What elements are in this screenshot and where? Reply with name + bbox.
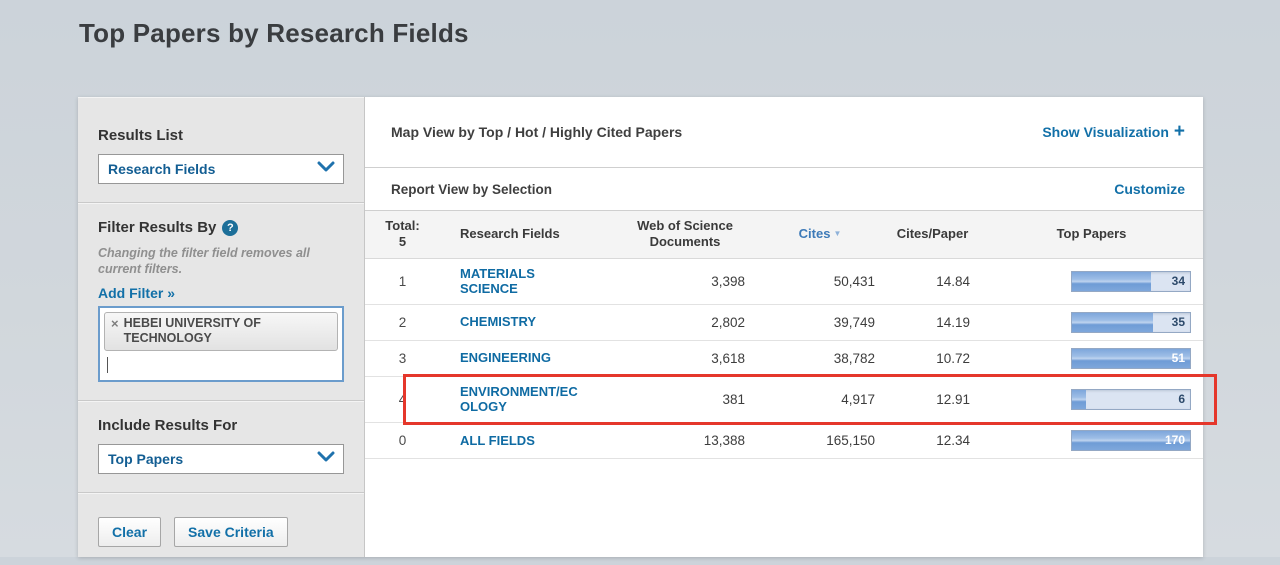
rank-cell: 3 bbox=[365, 344, 440, 373]
top-papers-bar: 6 bbox=[1071, 389, 1191, 410]
top-papers-cell: 51 bbox=[980, 341, 1203, 376]
docs-cell: 381 bbox=[615, 385, 755, 414]
bar-fill bbox=[1072, 390, 1086, 409]
report-view-title: Report View by Selection bbox=[391, 182, 552, 197]
cites-per-paper-cell: 12.34 bbox=[885, 426, 980, 455]
include-results-dropdown[interactable]: Top Papers bbox=[98, 444, 344, 474]
sort-desc-icon: ▼ bbox=[833, 229, 841, 238]
top-papers-bar: 34 bbox=[1071, 271, 1191, 292]
plus-icon: + bbox=[1174, 125, 1185, 139]
include-results-section: Include Results For Top Papers bbox=[78, 401, 364, 493]
field-link[interactable]: CHEMISTRY bbox=[460, 314, 536, 330]
bar-value: 35 bbox=[1172, 313, 1185, 332]
results-list-label: Results List bbox=[98, 127, 344, 144]
top-papers-cell: 35 bbox=[980, 305, 1203, 340]
top-papers-bar: 170 bbox=[1071, 430, 1191, 451]
col-cites-per-paper: Cites/Paper bbox=[885, 226, 980, 242]
bar-value: 51 bbox=[1172, 349, 1185, 368]
rank-cell: 4 bbox=[365, 385, 440, 414]
docs-cell: 2,802 bbox=[615, 308, 755, 337]
include-results-selected: Top Papers bbox=[108, 451, 183, 467]
docs-cell: 13,388 bbox=[615, 426, 755, 455]
chevron-down-icon bbox=[317, 160, 335, 178]
sidebar: Results List Research Fields Filter Resu… bbox=[78, 97, 365, 557]
docs-cell: 3,398 bbox=[615, 267, 755, 296]
include-results-label: Include Results For bbox=[98, 417, 344, 434]
show-visualization-label: Show Visualization bbox=[1042, 124, 1169, 140]
page-title: Top Papers by Research Fields bbox=[79, 18, 469, 49]
clear-button[interactable]: Clear bbox=[98, 517, 161, 547]
rank-cell: 1 bbox=[365, 267, 440, 296]
bar-fill bbox=[1072, 313, 1153, 332]
total-value: 5 bbox=[365, 234, 440, 250]
cites-cell: 50,431 bbox=[755, 267, 885, 296]
criteria-buttons-section: Clear Save Criteria bbox=[78, 493, 364, 565]
col-top-papers: Top Papers bbox=[980, 226, 1203, 242]
bar-fill bbox=[1072, 272, 1151, 291]
field-link[interactable]: MATERIALS SCIENCE bbox=[460, 266, 582, 297]
docs-cell: 3,618 bbox=[615, 344, 755, 373]
map-view-title: Map View by Top / Hot / Highly Cited Pap… bbox=[391, 124, 682, 140]
rank-cell: 2 bbox=[365, 308, 440, 337]
report-view-bar: Report View by Selection Customize bbox=[365, 168, 1203, 211]
table-header: Total: 5 Research Fields Web of Science … bbox=[365, 211, 1203, 259]
show-visualization-link[interactable]: Show Visualization + bbox=[1042, 124, 1185, 140]
map-view-bar: Map View by Top / Hot / Highly Cited Pap… bbox=[365, 97, 1203, 168]
filter-label: Filter Results By ? bbox=[98, 219, 344, 236]
filter-note: Changing the filter field removes all cu… bbox=[98, 246, 344, 277]
content-panel: Results List Research Fields Filter Resu… bbox=[78, 97, 1203, 557]
results-list-section: Results List Research Fields bbox=[78, 97, 364, 203]
field-link[interactable]: ENVIRONMENT/ECOLOGY bbox=[460, 384, 582, 415]
rank-cell: 0 bbox=[365, 426, 440, 455]
add-filter-link[interactable]: Add Filter » bbox=[98, 285, 175, 301]
bar-value: 6 bbox=[1178, 390, 1185, 409]
cites-per-paper-cell: 14.84 bbox=[885, 267, 980, 296]
col-cites-sort[interactable]: Cites▼ bbox=[755, 226, 885, 242]
filter-section: Filter Results By ? Changing the filter … bbox=[78, 203, 364, 401]
top-papers-cell: 170 bbox=[980, 423, 1203, 458]
chevron-down-icon bbox=[317, 450, 335, 468]
top-papers-cell: 34 bbox=[980, 264, 1203, 299]
filter-tag-label: HEBEI UNIVERSITY OF TECHNOLOGY bbox=[124, 316, 331, 346]
table-row: 2 CHEMISTRY 2,802 39,749 14.19 35 bbox=[365, 305, 1203, 341]
table-row: 1 MATERIALS SCIENCE 3,398 50,431 14.84 3… bbox=[365, 259, 1203, 305]
filter-input-box[interactable]: × HEBEI UNIVERSITY OF TECHNOLOGY bbox=[98, 306, 344, 382]
top-papers-cell: 6 bbox=[980, 382, 1203, 417]
top-papers-bar: 35 bbox=[1071, 312, 1191, 333]
field-link[interactable]: ENGINEERING bbox=[460, 350, 551, 366]
save-criteria-button[interactable]: Save Criteria bbox=[174, 517, 288, 547]
field-link[interactable]: ALL FIELDS bbox=[460, 433, 535, 449]
top-papers-bar: 51 bbox=[1071, 348, 1191, 369]
cites-cell: 165,150 bbox=[755, 426, 885, 455]
text-cursor bbox=[107, 357, 108, 373]
col-research-fields: Research Fields bbox=[440, 226, 615, 242]
filter-label-text: Filter Results By bbox=[98, 219, 216, 236]
cites-per-paper-cell: 10.72 bbox=[885, 344, 980, 373]
table-row: 0 ALL FIELDS 13,388 165,150 12.34 170 bbox=[365, 423, 1203, 459]
results-list-dropdown[interactable]: Research Fields bbox=[98, 154, 344, 184]
help-question-icon[interactable]: ? bbox=[222, 220, 238, 236]
cites-cell: 39,749 bbox=[755, 308, 885, 337]
customize-link[interactable]: Customize bbox=[1114, 181, 1185, 197]
bar-value: 170 bbox=[1165, 431, 1185, 450]
table-row-highlighted: 4 ENVIRONMENT/ECOLOGY 381 4,917 12.91 6 bbox=[365, 377, 1203, 423]
cites-cell: 4,917 bbox=[755, 385, 885, 414]
cites-per-paper-cell: 12.91 bbox=[885, 385, 980, 414]
bar-value: 34 bbox=[1172, 272, 1185, 291]
results-list-selected: Research Fields bbox=[108, 161, 215, 177]
col-wos-documents: Web of Science Documents bbox=[615, 218, 755, 251]
filter-tag: × HEBEI UNIVERSITY OF TECHNOLOGY bbox=[104, 312, 338, 351]
cites-per-paper-cell: 14.19 bbox=[885, 308, 980, 337]
cites-cell: 38,782 bbox=[755, 344, 885, 373]
total-label: Total: bbox=[365, 218, 440, 234]
table-row: 3 ENGINEERING 3,618 38,782 10.72 51 bbox=[365, 341, 1203, 377]
main-area: Map View by Top / Hot / Highly Cited Pap… bbox=[365, 97, 1203, 557]
remove-tag-icon[interactable]: × bbox=[111, 316, 119, 331]
total-header: Total: 5 bbox=[365, 218, 440, 251]
col-cites-label: Cites bbox=[799, 226, 831, 241]
